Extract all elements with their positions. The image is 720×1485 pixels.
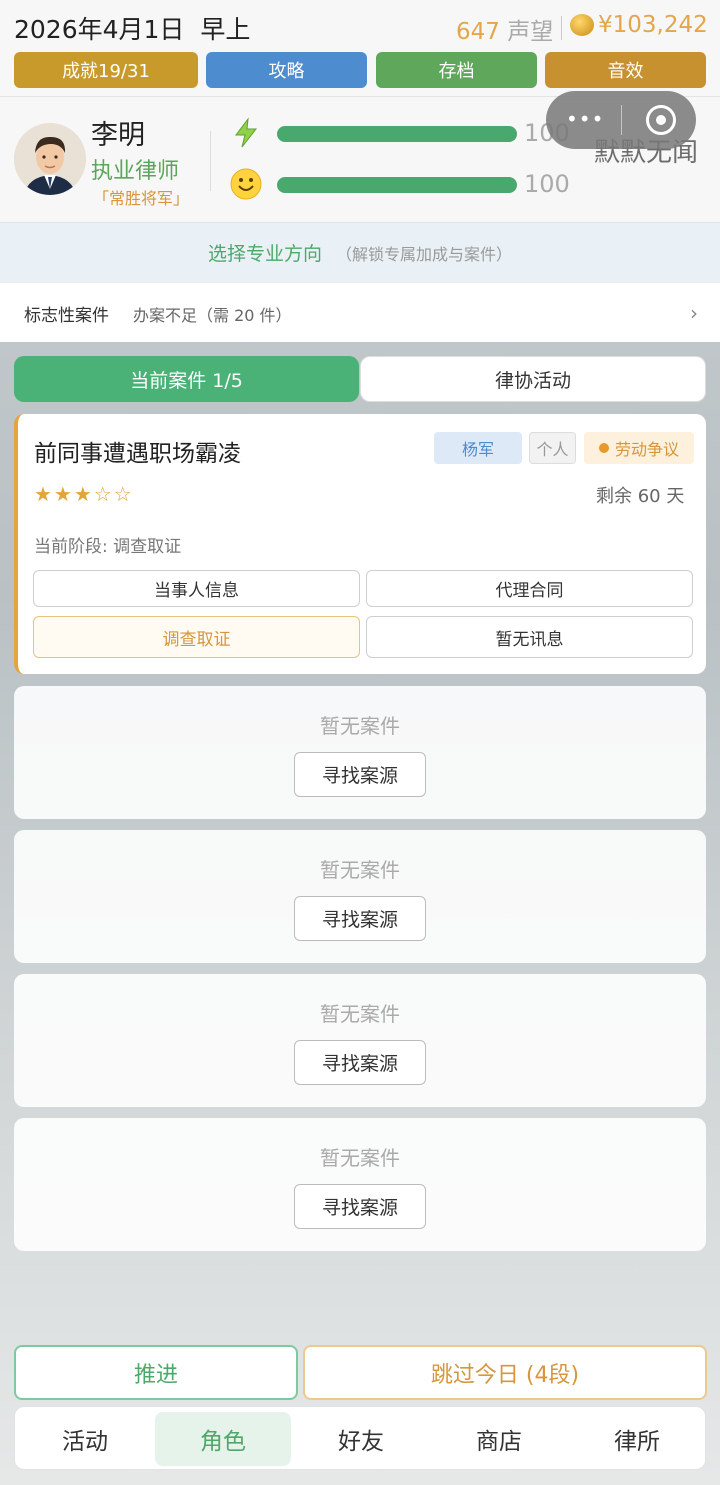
- player-name: 李明: [91, 120, 145, 151]
- save-button[interactable]: 存档: [376, 52, 537, 88]
- empty-case-slot: 暂无案件 寻找案源: [14, 830, 706, 963]
- energy-bar: [277, 126, 517, 142]
- landmark-title: 标志性案件: [24, 306, 109, 326]
- smiley-icon: [230, 168, 262, 200]
- player-title: 执业律师: [91, 159, 180, 184]
- specialization-hint: （解锁专属加成与案件）: [336, 244, 513, 264]
- avatar[interactable]: [14, 123, 86, 195]
- tab-current-cases[interactable]: 当前案件 1/5: [14, 356, 359, 402]
- empty-slot-label: 暂无案件: [320, 1002, 400, 1026]
- mood-bar: [277, 177, 517, 193]
- empty-slot-label: 暂无案件: [320, 858, 400, 882]
- reputation: 647 声望: [456, 19, 554, 45]
- divider: [621, 105, 622, 135]
- agency-contract-button[interactable]: 代理合同: [366, 570, 693, 607]
- sound-button[interactable]: 音效: [545, 52, 706, 88]
- advance-button[interactable]: 推进: [14, 1345, 298, 1400]
- tab-bar-association[interactable]: 律协活动: [360, 356, 706, 402]
- miniprogram-capsule: •••: [546, 91, 696, 149]
- nav-law-firm[interactable]: 律所: [569, 1412, 705, 1466]
- empty-slot-label: 暂无案件: [320, 714, 400, 738]
- find-case-button[interactable]: 寻找案源: [294, 896, 426, 941]
- mood-value: 100: [524, 170, 570, 198]
- close-circle-icon[interactable]: [646, 105, 676, 135]
- more-icon[interactable]: •••: [566, 107, 604, 131]
- divider: [561, 16, 562, 40]
- specialization-banner[interactable]: 选择专业方向 （解锁专属加成与案件）: [0, 222, 720, 282]
- nav-friends[interactable]: 好友: [293, 1412, 429, 1466]
- top-bar: 2026年4月1日 早上 647 声望 ¥103,242 成就19/31 攻略 …: [0, 0, 720, 96]
- bottom-nav: 活动 角色 好友 商店 律所: [14, 1406, 706, 1470]
- player-nickname: 「常胜将军」: [93, 189, 190, 208]
- find-case-button[interactable]: 寻找案源: [294, 1040, 426, 1085]
- achievements-button[interactable]: 成就19/31: [14, 52, 198, 88]
- category-tag: 劳动争议: [584, 432, 694, 464]
- landmark-status: 办案不足（需 20 件）: [133, 306, 292, 325]
- empty-case-slot: 暂无案件 寻找案源: [14, 686, 706, 819]
- investigation-button[interactable]: 调查取证: [33, 616, 360, 658]
- nav-activities[interactable]: 活动: [17, 1412, 153, 1466]
- guide-button[interactable]: 攻略: [206, 52, 367, 88]
- coin-icon: [570, 14, 594, 36]
- category-dot-icon: [598, 443, 609, 453]
- find-case-button[interactable]: 寻找案源: [294, 1184, 426, 1229]
- skip-day-button[interactable]: 跳过今日 (4段): [303, 1345, 707, 1400]
- current-stage: 当前阶段: 调查取证: [34, 537, 182, 557]
- landmark-cases-row[interactable]: 标志性案件 办案不足（需 20 件） ›: [0, 282, 720, 342]
- empty-slot-label: 暂无案件: [320, 1146, 400, 1170]
- divider: [210, 131, 211, 191]
- no-messages-button[interactable]: 暂无讯息: [366, 616, 693, 658]
- chevron-right-icon: ›: [690, 301, 698, 325]
- nav-shop[interactable]: 商店: [431, 1412, 567, 1466]
- client-type-tag: 个人: [529, 432, 576, 464]
- nav-character[interactable]: 角色: [155, 1412, 291, 1466]
- client-tag: 杨军: [434, 432, 522, 464]
- difficulty-stars: ★★★☆☆: [34, 482, 134, 506]
- money: ¥103,242: [570, 12, 708, 38]
- client-info-button[interactable]: 当事人信息: [33, 570, 360, 607]
- find-case-button[interactable]: 寻找案源: [294, 752, 426, 797]
- specialization-label: 选择专业方向: [207, 243, 322, 265]
- remaining-days: 剩余 60 天: [596, 486, 685, 507]
- case-card: 前同事遭遇职场霸凌 杨军 个人 劳动争议 ★★★☆☆ 剩余 60 天 当前阶段:…: [14, 414, 706, 674]
- empty-case-slot: 暂无案件 寻找案源: [14, 1118, 706, 1251]
- case-title: 前同事遭遇职场霸凌: [34, 441, 241, 467]
- lightning-icon: [235, 117, 258, 148]
- empty-case-slot: 暂无案件 寻找案源: [14, 974, 706, 1107]
- date-display: 2026年4月1日 早上: [14, 15, 251, 44]
